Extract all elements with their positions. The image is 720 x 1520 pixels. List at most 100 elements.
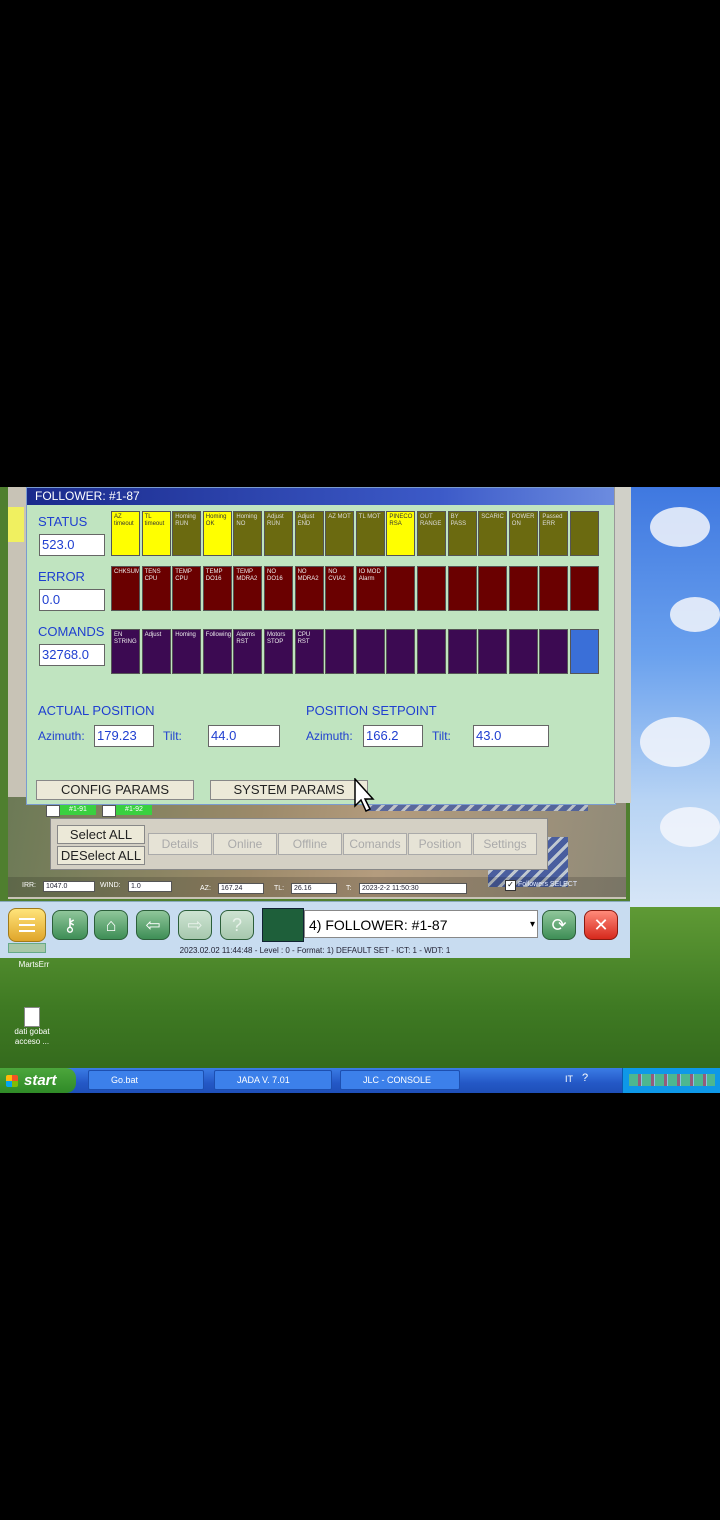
comand-cell [570,629,599,674]
status-value-field[interactable]: 523.0 [39,534,105,556]
select-all-button[interactable]: Select ALL [57,825,145,844]
actual-position-label: ACTUAL POSITION [38,703,155,718]
followers-select-checkbox[interactable]: ✓ [505,880,516,891]
error-cell [386,566,416,611]
desktop: FOLLOWER: #1-87 STATUS 523.0 AZ timeout T… [0,487,720,1093]
error-cell: IO MOD Alarm [355,566,385,611]
menu-icon[interactable] [8,908,46,942]
refresh-icon[interactable]: ⟳ [542,910,576,940]
desktop-icon-martserr[interactable]: MartsErr [14,960,54,969]
task-label: JADA V. 7.01 FEB201... [237,1075,290,1085]
error-value-field[interactable]: 0.0 [39,589,105,611]
error-cell: TEMP DO16 [202,566,232,611]
actual-tilt-field[interactable]: 44.0 [208,725,280,747]
task-jlc-console[interactable]: JLC - CONSOLE [340,1070,460,1090]
close-icon[interactable]: ✕ [584,910,618,940]
status-cell: Adjust END [294,511,324,556]
setpoint-tilt-field[interactable]: 43.0 [473,725,549,747]
setpoint-azimuth-label: Azimuth: [306,729,353,743]
error-cell [478,566,508,611]
system-params-button[interactable]: SYSTEM PARAMS [210,780,368,800]
tray-icons[interactable] [629,1074,715,1086]
window-scrollbar[interactable] [614,487,631,803]
help-icon[interactable]: ? [220,910,254,940]
status-cell: SCARIC [478,511,508,556]
key-icon[interactable]: ⚷ [52,910,88,940]
desktop-icon-label: MartsErr [18,960,50,969]
tab-online[interactable]: Online [213,833,277,855]
follower-tab-1[interactable]: #1-91 [60,805,96,815]
status-cell: POWER ON [508,511,538,556]
desktop-icon-label: dati gobat acceso ... [14,1027,50,1046]
status-cell: TL timeout [141,511,171,556]
error-cell: CHKSUM [111,566,140,611]
setpoint-label: POSITION SETPOINT [306,703,437,718]
windows-logo-icon [6,1075,18,1087]
comands-label: COMANDS [38,624,105,639]
start-button[interactable]: start [0,1068,76,1093]
error-cell [508,566,538,611]
app-toolbar: ⚷ ⌂ ⇦ ⇨ ? 4) FOLLOWER: #1-87 ▾ ⟳ ✕ 2023.… [0,901,630,958]
desktop-icon-dati[interactable]: dati gobat acceso ... [8,1007,56,1047]
status-cell: OUT RANGE [417,511,446,556]
comand-cell [355,629,385,674]
status-cell: TL MOT [355,511,385,556]
chevron-down-icon[interactable]: ▾ [530,911,535,939]
config-params-button[interactable]: CONFIG PARAMS [36,780,194,800]
task-label: JLC - CONSOLE [363,1075,432,1085]
home-icon[interactable]: ⌂ [94,910,128,940]
follower-tab-2[interactable]: #1-92 [116,805,152,815]
comand-cell: Following [202,629,232,674]
screen-preview[interactable] [262,908,304,942]
follower-checkbox-1[interactable] [46,805,60,817]
actual-azimuth-field[interactable]: 179.23 [94,725,154,747]
help-tray-icon[interactable]: ? [582,1072,588,1084]
error-cell: NO MDRA2 [294,566,324,611]
follower-checkbox-2[interactable] [102,805,116,817]
setpoint-azimuth-field[interactable]: 166.2 [363,725,423,747]
comand-cell [447,629,477,674]
status-cell: PINECO RSA [386,511,416,556]
error-cell: TENS CPU [141,566,171,611]
follower-selector[interactable]: 4) FOLLOWER: #1-87 ▾ [304,910,538,938]
tab-details[interactable]: Details [148,833,212,855]
az-label: AZ: [200,885,211,892]
taskbar: start Go.bat JADA V. 7.01 FEB201... JLC … [0,1068,720,1093]
forward-icon[interactable]: ⇨ [178,910,212,940]
follower-selector-value: 4) FOLLOWER: #1-87 [309,917,448,933]
tab-comands[interactable]: Comands [343,833,407,855]
error-cell: TEMP MDRA2 [233,566,263,611]
az-field[interactable]: 167.24 [218,883,264,894]
comands-value-field[interactable]: 32768.0 [39,644,105,666]
task-label: Go.bat [111,1075,139,1085]
comand-cell [386,629,416,674]
tab-settings[interactable]: Settings [473,833,537,855]
task-go-bat[interactable]: Go.bat [88,1070,204,1090]
error-label: ERROR [38,569,85,584]
back-icon[interactable]: ⇦ [136,910,170,940]
comand-cell [478,629,508,674]
comand-cell: Alarms RST [233,629,263,674]
irr-label: IRR: [22,882,36,889]
wind-field[interactable]: 1.0 [128,881,172,892]
irr-field[interactable]: 1047.0 [43,881,95,892]
tab-position[interactable]: Position [408,833,472,855]
status-cell: Homing OK [202,511,232,556]
error-cell [539,566,569,611]
tab-offline[interactable]: Offline [278,833,342,855]
comand-cell [539,629,569,674]
tl-field[interactable]: 26.16 [291,883,337,894]
system-tray [622,1068,720,1093]
selection-panel: Select ALL DESelect ALL Details Online Off… [50,818,548,870]
deselect-all-button[interactable]: DESelect ALL [57,846,145,865]
language-indicator[interactable]: IT [565,1074,573,1084]
status-cell: Homing RUN [172,511,202,556]
document-icon [24,1007,40,1027]
setpoint-tilt-label: Tilt: [432,729,451,743]
followers-select-label: Followers SELECT [518,881,578,888]
tl-label: TL: [274,885,285,892]
time-field[interactable]: 2023-2-2 11:50:30 [359,883,467,894]
status-cell: AZ timeout [111,511,140,556]
task-jada[interactable]: JADA V. 7.01 FEB201... [214,1070,332,1090]
comand-cell [417,629,446,674]
